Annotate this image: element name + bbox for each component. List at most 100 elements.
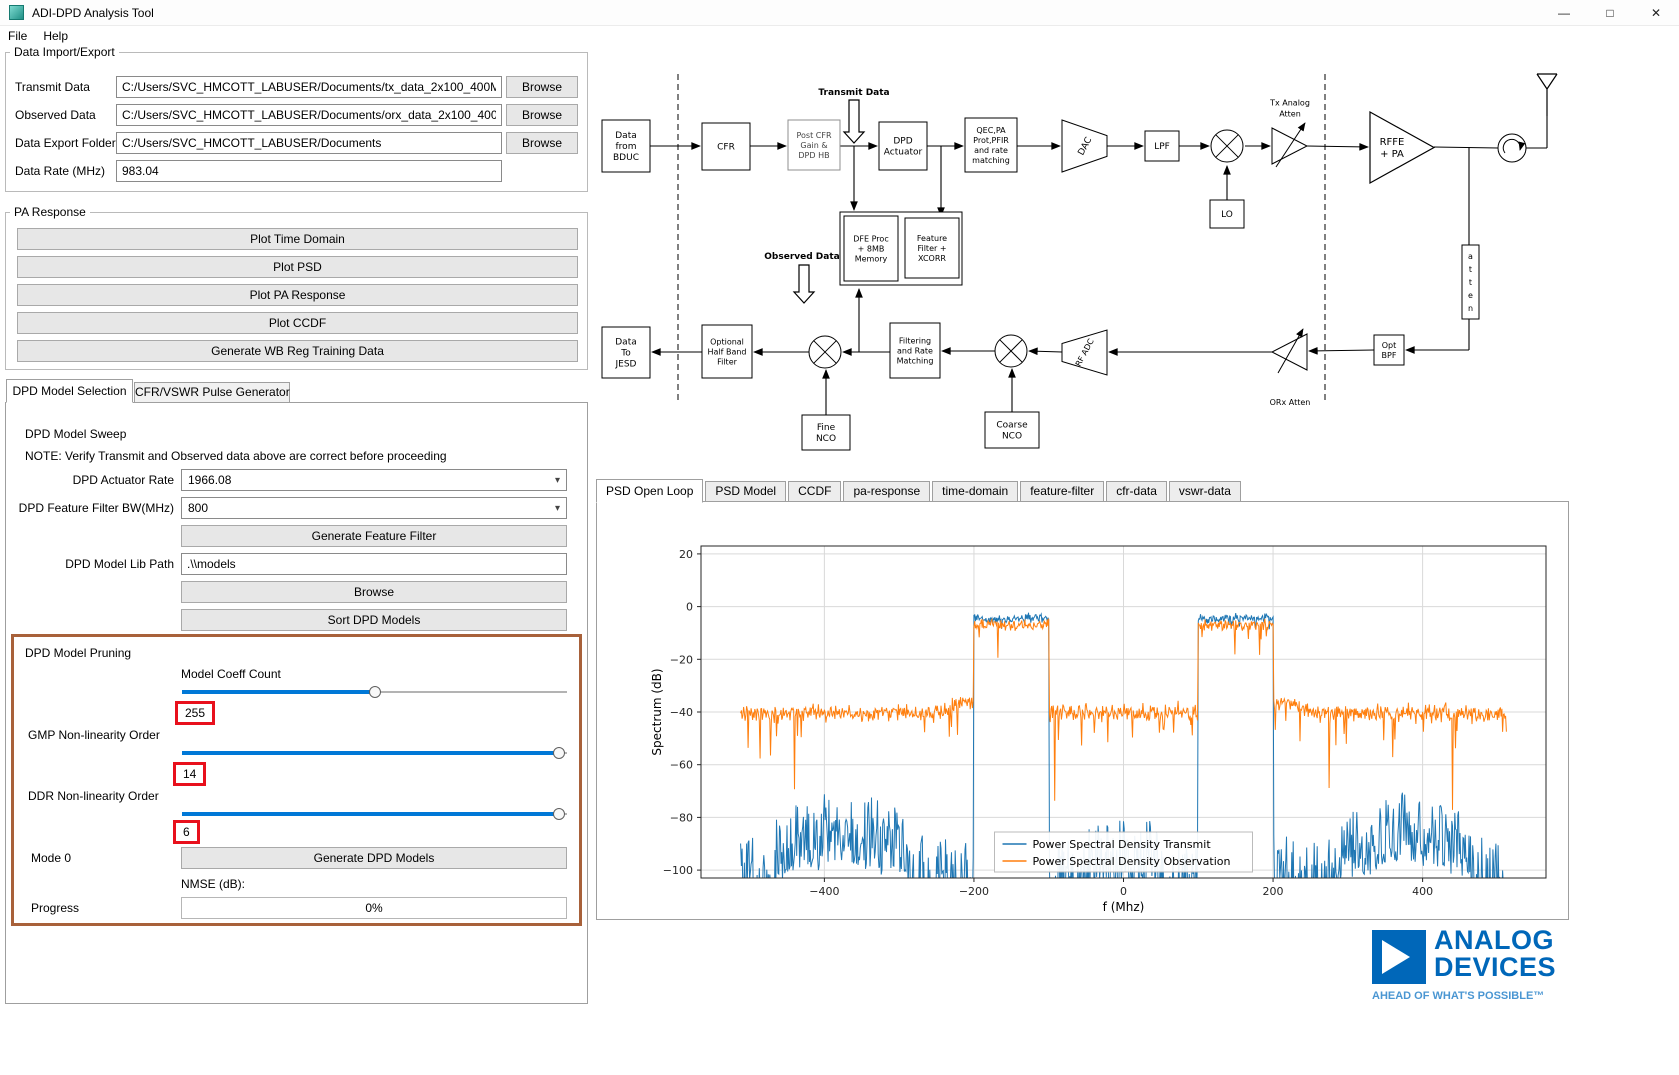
- gmp-nonlinearity-order-value[interactable]: 14: [173, 762, 206, 786]
- generate-wb-reg-training-data-button[interactable]: Generate WB Reg Training Data: [17, 340, 578, 362]
- mode-label: Mode 0: [31, 851, 71, 865]
- gmp-nonlinearity-order-slider[interactable]: [182, 746, 567, 760]
- menu-file[interactable]: File: [0, 27, 35, 45]
- chart-ylabel: Spectrum (dB): [650, 668, 664, 755]
- dpd-feature-filter-bw-combo[interactable]: 800 ▾: [181, 497, 567, 519]
- diagram-label-orx-atten-label: ORx Atten: [1270, 398, 1311, 407]
- slider-thumb[interactable]: [553, 808, 565, 820]
- dpd-model-lib-path-input[interactable]: [181, 553, 567, 575]
- plot-tab-psd-open-loop[interactable]: PSD Open Loop: [596, 479, 703, 503]
- svg-text:CFR: CFR: [717, 143, 735, 153]
- diagram-label-transmit-data-label: Transmit Data: [818, 88, 889, 98]
- psd-chart: −400−2000200400200−20−40−60−80−100f (Mhz…: [597, 502, 1568, 919]
- slider-fill: [182, 812, 559, 816]
- plot-tab-psd-model[interactable]: PSD Model: [705, 481, 786, 502]
- diagram-node-dpd-actuator: DPDActuator: [879, 122, 927, 170]
- transmit-data-label: Transmit Data: [15, 76, 90, 98]
- svg-text:−100: −100: [663, 864, 693, 877]
- observed-data-browse-button[interactable]: Browse: [506, 104, 578, 126]
- adi-wordmark: ANALOG DEVICES: [1434, 927, 1556, 981]
- diagram-node-rffe-pa: RFFE+ PA: [1370, 112, 1434, 183]
- data-export-folder-label: Data Export Folder: [15, 132, 116, 154]
- data-import-export-title: Data Import/Export: [10, 45, 119, 59]
- svg-text:FineNCO: FineNCO: [816, 423, 836, 444]
- diagram-node-data-from-bduc: DatafromBDUC: [602, 120, 650, 172]
- psd-plot-panel: −400−2000200400200−20−40−60−80−100f (Mhz…: [596, 501, 1569, 920]
- generate-feature-filter-button[interactable]: Generate Feature Filter: [181, 525, 567, 547]
- plot-tab-pa-response[interactable]: pa-response: [843, 481, 930, 502]
- svg-text:FeatureFilter +XCORR: FeatureFilter +XCORR: [917, 234, 947, 263]
- diagram-node-filtering: Filteringand RateMatching: [890, 323, 940, 378]
- diagram-label-observed-data-label: Observed Data: [764, 252, 839, 262]
- lib-path-browse-button[interactable]: Browse: [181, 581, 567, 603]
- dpd-model-selection-panel: DPD Model Sweep NOTE: Verify Transmit an…: [5, 402, 588, 1004]
- app-icon: [9, 5, 24, 20]
- slider-thumb[interactable]: [369, 686, 381, 698]
- dpd-actuator-rate-combo[interactable]: 1966.08 ▾: [181, 469, 567, 491]
- system-block-diagram: DatafromBDUC CFR Post CFRGain &DPD HB DPDAc…: [596, 46, 1676, 476]
- plot-ccdf-button[interactable]: Plot CCDF: [17, 312, 578, 334]
- diagram-node-dfe-proc: DFE Proc+ 8MBMemory: [844, 216, 898, 281]
- data-rate-input[interactable]: [116, 160, 502, 182]
- model-coeff-count-value[interactable]: 255: [175, 701, 215, 725]
- transmit-data-browse-button[interactable]: Browse: [506, 76, 578, 98]
- menu-help[interactable]: Help: [35, 27, 76, 45]
- maximize-icon[interactable]: □: [1587, 0, 1633, 26]
- generate-dpd-models-button[interactable]: Generate DPD Models: [181, 847, 567, 869]
- diagram-node-data-to-jesd: DataToJESD: [602, 327, 650, 378]
- adi-branding: ANALOG DEVICES AHEAD OF WHAT'S POSSIBLE™: [1372, 930, 1582, 1020]
- data-export-folder-browse-button[interactable]: Browse: [506, 132, 578, 154]
- plot-tab-feature-filter[interactable]: feature-filter: [1020, 481, 1104, 502]
- svg-text:−20: −20: [670, 653, 693, 666]
- diagram-node-lo: LO: [1210, 200, 1244, 228]
- close-icon[interactable]: ✕: [1633, 0, 1679, 26]
- pa-response-group: PA Response Plot Time Domain Plot PSD Pl…: [5, 212, 588, 370]
- sort-dpd-models-button[interactable]: Sort DPD Models: [181, 609, 567, 631]
- ddr-nonlinearity-order-slider[interactable]: [182, 807, 567, 821]
- transmit-data-row: Transmit Data Browse: [6, 76, 587, 98]
- svg-text:Power Spectral Density Transmi: Power Spectral Density Transmit: [1033, 838, 1212, 851]
- transmit-data-input[interactable]: [116, 76, 502, 98]
- dpd-model-sweep-note: NOTE: Verify Transmit and Observed data …: [25, 449, 447, 463]
- ddr-nonlinearity-order-value[interactable]: 6: [173, 820, 200, 844]
- plot-pa-response-button[interactable]: Plot PA Response: [17, 284, 578, 306]
- data-rate-row: Data Rate (MHz): [6, 160, 587, 182]
- plot-tab-ccdf[interactable]: CCDF: [788, 481, 841, 502]
- plot-tab-vswr-data[interactable]: vswr-data: [1169, 481, 1241, 502]
- observed-data-label: Observed Data: [15, 104, 96, 126]
- diagram-label-tx-atten-label: Tx AnalogAtten: [1269, 98, 1310, 118]
- model-coeff-count-label: Model Coeff Count: [181, 667, 281, 681]
- svg-text:Power Spectral Density Observa: Power Spectral Density Observation: [1033, 855, 1231, 868]
- svg-text:QEC,PAProt,PFIRand ratematchin: QEC,PAProt,PFIRand ratematching: [972, 126, 1010, 165]
- adi-name-line2: DEVICES: [1434, 954, 1556, 981]
- svg-text:0: 0: [1120, 885, 1127, 898]
- tab-cfr-vswr-pulse-generator[interactable]: CFR/VSWR Pulse Generator: [134, 382, 290, 403]
- plot-psd-button[interactable]: Plot PSD: [17, 256, 578, 278]
- window-controls: — □ ✕: [1541, 0, 1679, 26]
- minimize-icon[interactable]: —: [1541, 0, 1587, 26]
- diagram-node-coarse-mixer: [995, 335, 1027, 367]
- svg-text:DatafromBDUC: DatafromBDUC: [613, 131, 639, 163]
- plot-tab-cfr-data[interactable]: cfr-data: [1106, 481, 1167, 502]
- diagram-node-antenna: [1537, 74, 1557, 116]
- plot-time-domain-button[interactable]: Plot Time Domain: [17, 228, 578, 250]
- diagram-node-rf-adc: RF ADC: [1062, 330, 1107, 375]
- diagram-node-post-cfr: Post CFRGain &DPD HB: [788, 120, 840, 170]
- dpd-model-sweep-title: DPD Model Sweep: [25, 427, 126, 441]
- svg-text:ORx Atten: ORx Atten: [1270, 398, 1311, 407]
- observed-data-input[interactable]: [116, 104, 502, 126]
- svg-text:20: 20: [679, 548, 693, 561]
- tab-dpd-model-selection[interactable]: DPD Model Selection: [6, 379, 133, 403]
- slider-fill: [182, 690, 375, 694]
- model-coeff-count-slider[interactable]: [182, 685, 567, 699]
- slider-thumb[interactable]: [553, 747, 565, 759]
- chart-xlabel: f (Mhz): [1103, 900, 1145, 914]
- data-export-folder-input[interactable]: [116, 132, 502, 154]
- diagram-node-tx-mixer: [1211, 130, 1243, 162]
- diagram-node-fine-nco: FineNCO: [802, 415, 850, 450]
- plot-tab-time-domain[interactable]: time-domain: [932, 481, 1018, 502]
- slider-fill: [182, 751, 559, 755]
- svg-text:RFFE+ PA: RFFE+ PA: [1380, 137, 1405, 160]
- titlebar: ADI-DPD Analysis Tool — □ ✕: [0, 0, 1679, 26]
- svg-text:Observed Data: Observed Data: [764, 252, 839, 262]
